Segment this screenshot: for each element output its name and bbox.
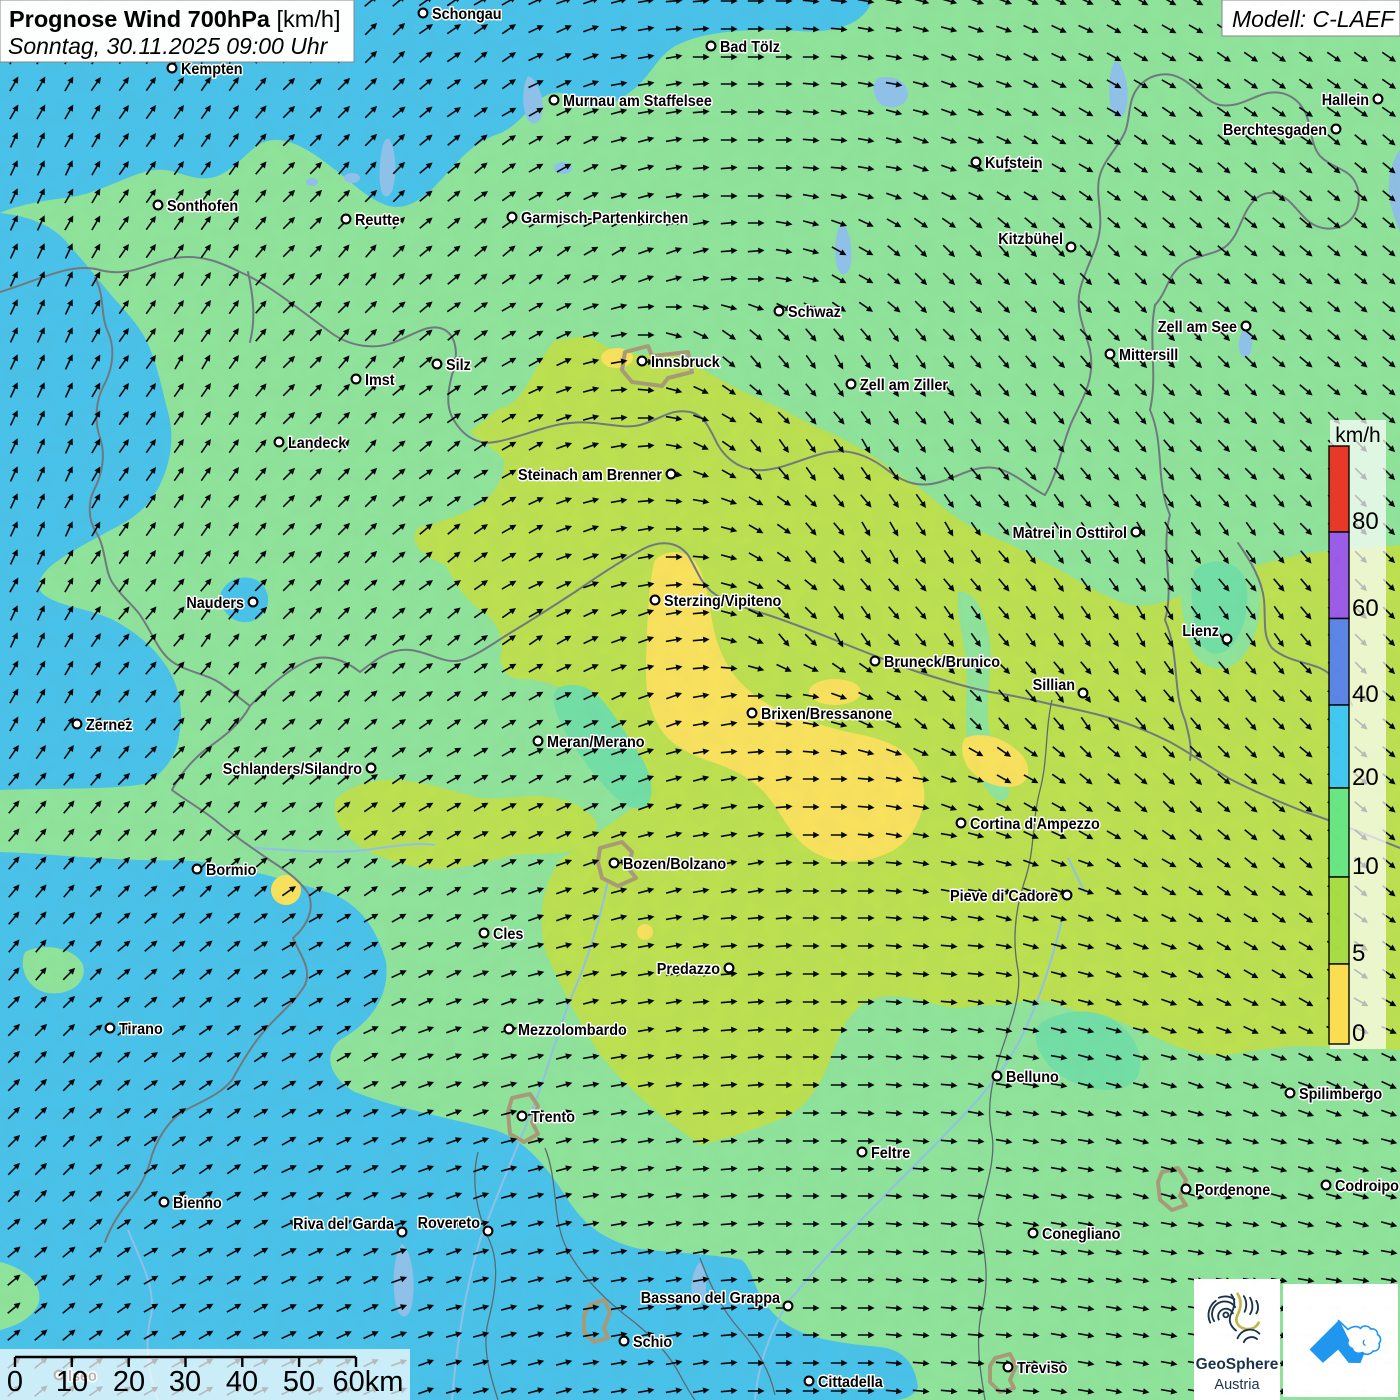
svg-text:Tirano: Tirano (119, 1020, 163, 1038)
svg-text:Silz: Silz (446, 356, 471, 374)
svg-text:Spilimbergo: Spilimbergo (1299, 1085, 1382, 1103)
svg-text:Meran/Merano: Meran/Merano (547, 733, 645, 751)
svg-text:Schongau: Schongau (432, 5, 502, 23)
svg-text:10: 10 (56, 1366, 88, 1398)
svg-text:Landeck: Landeck (288, 434, 347, 452)
svg-text:Schio: Schio (633, 1333, 672, 1351)
svg-text:Sonthofen: Sonthofen (167, 197, 238, 215)
svg-text:Modell: C-LAEF: Modell: C-LAEF (1232, 6, 1396, 32)
svg-text:Kitzbühel: Kitzbühel (998, 230, 1063, 248)
svg-text:Zell am See: Zell am See (1158, 318, 1237, 336)
svg-text:Sterzing/Vipiteno: Sterzing/Vipiteno (664, 592, 781, 610)
svg-text:Conegliano: Conegliano (1042, 1225, 1120, 1243)
svg-text:Kufstein: Kufstein (985, 154, 1043, 172)
svg-text:Feltre: Feltre (871, 1144, 910, 1162)
svg-text:Sonntag, 30.11.2025 09:00 Uhr: Sonntag, 30.11.2025 09:00 Uhr (8, 33, 329, 59)
svg-text:GeoSphere: GeoSphere (1196, 1356, 1279, 1373)
svg-text:Cittadella: Cittadella (818, 1373, 883, 1391)
svg-text:30: 30 (169, 1366, 201, 1398)
svg-text:km/h: km/h (1335, 424, 1381, 447)
svg-text:Murnau am Staffelsee: Murnau am Staffelsee (563, 92, 712, 110)
svg-text:Zell am Ziller: Zell am Ziller (860, 376, 948, 394)
svg-text:Pordenone: Pordenone (1195, 1181, 1270, 1199)
svg-text:Innsbruck: Innsbruck (651, 353, 720, 371)
svg-text:Schlanders/Silandro: Schlanders/Silandro (223, 760, 362, 778)
svg-text:80: 80 (1352, 508, 1379, 535)
svg-text:Zernez: Zernez (86, 716, 133, 734)
svg-text:Garmisch-Partenkirchen: Garmisch-Partenkirchen (521, 209, 688, 227)
svg-text:Predazzo: Predazzo (657, 960, 720, 978)
svg-text:50: 50 (283, 1366, 315, 1398)
svg-text:Mezzolombardo: Mezzolombardo (518, 1021, 627, 1039)
svg-text:60km: 60km (333, 1366, 404, 1398)
svg-text:20: 20 (1352, 764, 1379, 791)
svg-text:Treviso: Treviso (1017, 1359, 1067, 1377)
svg-text:Matrei in Osttirol: Matrei in Osttirol (1013, 524, 1127, 542)
svg-text:Schwaz: Schwaz (788, 303, 841, 321)
svg-text:Lienz: Lienz (1182, 622, 1219, 640)
svg-text:Imst: Imst (365, 371, 395, 389)
svg-text:Brixen/Bressanone: Brixen/Bressanone (761, 705, 892, 723)
svg-text:Cortina d'Ampezzo: Cortina d'Ampezzo (970, 815, 1100, 833)
svg-text:40: 40 (1352, 681, 1379, 708)
svg-text:0: 0 (7, 1366, 23, 1398)
svg-text:Codroipo: Codroipo (1335, 1177, 1399, 1195)
svg-text:Trento: Trento (531, 1108, 575, 1126)
svg-text:5: 5 (1352, 940, 1365, 967)
svg-text:Cles: Cles (493, 925, 523, 943)
svg-text:60: 60 (1352, 595, 1379, 622)
svg-text:Steinach am Brenner: Steinach am Brenner (518, 466, 662, 484)
svg-text:20: 20 (113, 1366, 145, 1398)
svg-text:Rovereto: Rovereto (418, 1214, 480, 1232)
svg-text:Reutte: Reutte (355, 211, 400, 229)
svg-text:Nauders: Nauders (186, 594, 244, 612)
svg-text:Mittersill: Mittersill (1119, 346, 1178, 364)
svg-text:Prognose Wind 700hPa [km/h]: Prognose Wind 700hPa [km/h] (9, 6, 340, 32)
svg-text:Bruneck/Brunico: Bruneck/Brunico (884, 653, 1000, 671)
svg-text:Sillian: Sillian (1033, 676, 1075, 694)
svg-text:Pieve di Cadore: Pieve di Cadore (950, 887, 1058, 905)
svg-text:Bozen/Bolzano: Bozen/Bolzano (623, 855, 726, 873)
svg-text:Berchtesgaden: Berchtesgaden (1223, 121, 1327, 139)
svg-text:Bienno: Bienno (173, 1194, 222, 1212)
svg-text:Belluno: Belluno (1006, 1068, 1059, 1086)
svg-text:Austria: Austria (1214, 1377, 1260, 1393)
svg-text:Riva del Garda: Riva del Garda (293, 1215, 394, 1233)
svg-text:Bormio: Bormio (206, 861, 256, 879)
svg-text:0: 0 (1352, 1020, 1365, 1047)
svg-text:40: 40 (226, 1366, 258, 1398)
svg-text:Bad Tölz: Bad Tölz (720, 38, 780, 56)
svg-text:Hallein: Hallein (1322, 91, 1369, 109)
svg-text:10: 10 (1352, 853, 1379, 880)
svg-text:Kempten: Kempten (181, 60, 243, 78)
svg-text:Bassano del Grappa: Bassano del Grappa (641, 1289, 781, 1307)
